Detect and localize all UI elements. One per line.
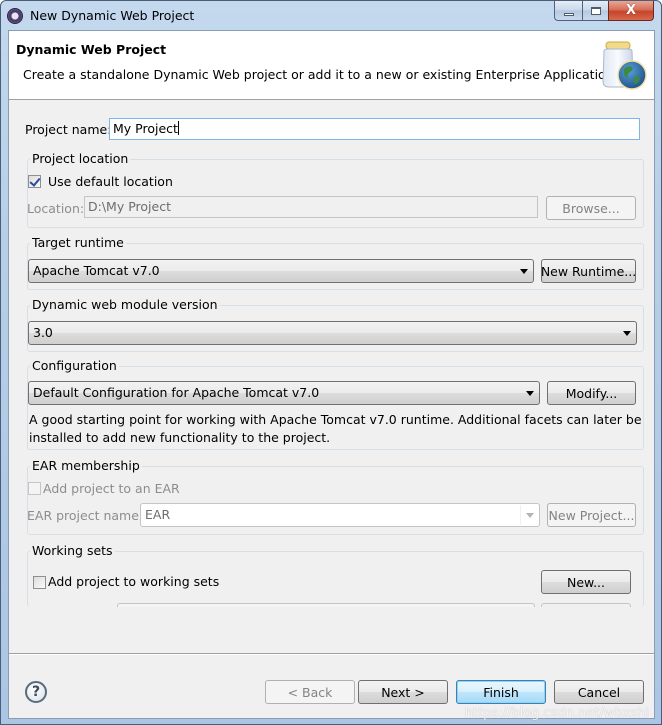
cancel-button[interactable]: Cancel: [554, 680, 644, 704]
jar-globe-icon: [602, 41, 647, 90]
wizard-description: Create a standalone Dynamic Web project …: [23, 67, 618, 82]
chevron-down-icon: [520, 269, 528, 274]
use-default-location-label: Use default location: [48, 174, 173, 189]
title-bar[interactable]: New Dynamic Web Project X: [1, 1, 661, 31]
minimize-button[interactable]: [554, 1, 582, 21]
watermark-text: https://blog.csdn.net/wbxshi: [464, 706, 649, 721]
module-version-group-label: Dynamic web module version: [30, 297, 220, 313]
ear-project-name-value: EAR: [145, 507, 171, 522]
window-title: New Dynamic Web Project: [30, 8, 195, 23]
dialog-window: New Dynamic Web Project X Dynamic Web Pr…: [0, 0, 662, 725]
configuration-value: Default Configuration for Apache Tomcat …: [33, 385, 320, 400]
project-name-label: Project name:: [25, 122, 112, 137]
chevron-down-icon: [526, 513, 534, 518]
location-input[interactable]: D:\My Project: [84, 196, 538, 218]
project-location-group-label: Project location: [30, 151, 131, 167]
add-to-working-sets-checkbox[interactable]: [33, 576, 46, 589]
target-runtime-dropdown[interactable]: Apache Tomcat v7.0: [28, 259, 534, 283]
footer-separator: [9, 653, 654, 655]
configuration-group-label: Configuration: [30, 358, 119, 374]
ear-membership-group-label: EAR membership: [30, 458, 142, 474]
ear-project-name-dropdown[interactable]: EAR: [140, 503, 540, 527]
maximize-icon: [590, 6, 601, 15]
target-runtime-value: Apache Tomcat v7.0: [33, 263, 160, 278]
add-to-ear-label: Add project to an EAR: [43, 481, 180, 496]
chevron-down-icon: [623, 331, 631, 336]
close-icon: X: [625, 3, 637, 18]
chevron-down-icon: [526, 391, 534, 396]
maximize-button[interactable]: [582, 1, 608, 21]
use-default-location-checkbox[interactable]: [28, 175, 41, 188]
working-sets-combo-partial[interactable]: [117, 603, 535, 607]
new-working-set-button[interactable]: New...: [541, 570, 631, 594]
new-ear-project-button[interactable]: New Project...: [547, 503, 636, 527]
back-button[interactable]: < Back: [265, 680, 355, 704]
project-name-value: My Project: [113, 121, 178, 136]
browse-button[interactable]: Browse...: [546, 196, 636, 220]
configuration-description-line2: installed to add new functionality to th…: [29, 430, 331, 445]
add-to-working-sets-label: Add project to working sets: [48, 574, 220, 589]
wizard-title: Dynamic Web Project: [16, 42, 167, 57]
target-runtime-group-label: Target runtime: [30, 235, 126, 251]
help-icon[interactable]: ?: [25, 681, 47, 703]
project-name-input[interactable]: My Project: [109, 118, 640, 140]
dialog-client-area: Dynamic Web Project Create a standalone …: [8, 30, 655, 719]
finish-button[interactable]: Finish: [456, 680, 546, 704]
location-value: D:\My Project: [88, 199, 171, 214]
next-button[interactable]: Next >: [358, 680, 448, 704]
add-to-ear-checkbox[interactable]: [28, 482, 41, 495]
configuration-description-line1: A good starting point for working with A…: [29, 412, 642, 427]
close-button[interactable]: X: [608, 1, 654, 21]
minimize-icon: [563, 12, 574, 16]
text-caret: [177, 121, 179, 135]
module-version-value: 3.0: [33, 325, 53, 340]
ear-project-name-label: EAR project name:: [27, 508, 144, 523]
modify-button[interactable]: Modify...: [547, 381, 636, 405]
configuration-dropdown[interactable]: Default Configuration for Apache Tomcat …: [28, 381, 540, 405]
window-controls: X: [554, 1, 654, 22]
select-working-sets-button-partial[interactable]: [541, 603, 631, 607]
new-runtime-button[interactable]: New Runtime...: [541, 259, 636, 283]
dropdown-divider: [520, 505, 521, 525]
location-label: Location:: [27, 201, 85, 216]
working-sets-group-label: Working sets: [30, 543, 115, 559]
wizard-header: Dynamic Web Project Create a standalone …: [9, 31, 654, 100]
module-version-dropdown[interactable]: 3.0: [28, 321, 637, 345]
eclipse-app-icon: [7, 8, 23, 24]
